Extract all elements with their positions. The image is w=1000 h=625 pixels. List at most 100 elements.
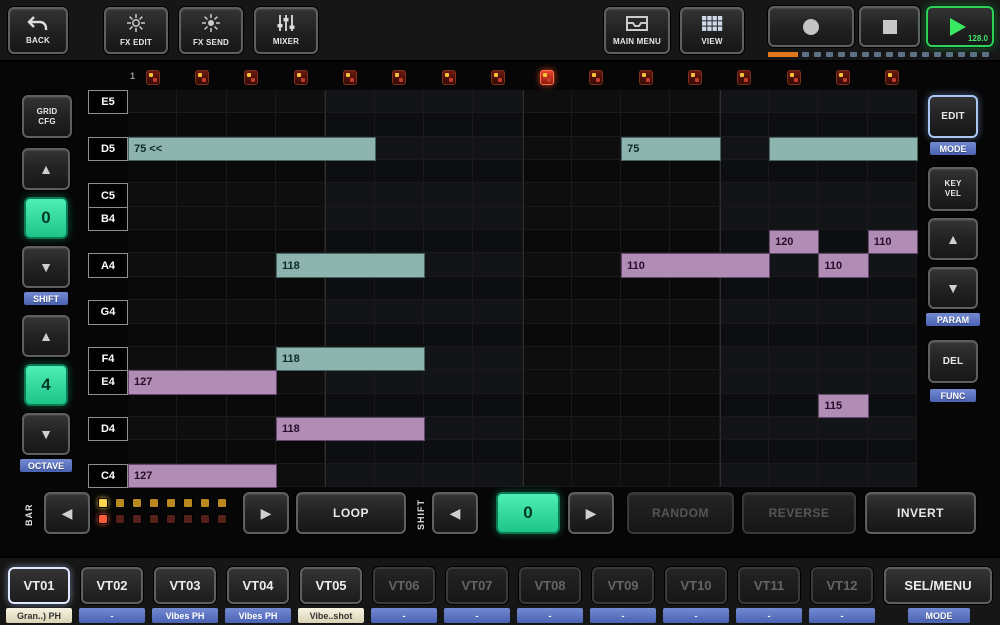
grid-cell-C5-step14[interactable] — [769, 183, 818, 206]
grid-cell-G4-step2[interactable] — [177, 300, 226, 323]
note-label-B4[interactable]: B4 — [88, 207, 128, 231]
grid-cell-C5-step7[interactable] — [424, 183, 473, 206]
grid-cell-C5-step6[interactable] — [375, 183, 424, 206]
grid-cell-E5-step15[interactable] — [818, 90, 867, 113]
grid-cell-B4-step13[interactable] — [720, 207, 769, 230]
grid-cell-C4-step9[interactable] — [523, 464, 572, 487]
grid-cell-E5-step1[interactable] — [128, 90, 177, 113]
grid-cell-E5-step5[interactable] — [325, 90, 374, 113]
step-sample-icon-15[interactable] — [836, 70, 850, 85]
grid-cell-C#5-step4[interactable] — [276, 160, 325, 183]
grid-cell-D#4-step6[interactable] — [375, 394, 424, 417]
grid-cell-D#4-step3[interactable] — [227, 394, 276, 417]
grid-cell-D#4-step7[interactable] — [424, 394, 473, 417]
grid-cell-D#4-step12[interactable] — [670, 394, 719, 417]
grid-cell-E4-step16[interactable] — [868, 370, 917, 393]
grid-cell-G4-step7[interactable] — [424, 300, 473, 323]
note-block-C4-step1[interactable]: 127 — [128, 464, 277, 488]
grid-cell-G4-step8[interactable] — [473, 300, 522, 323]
grid-cell-C#4-step9[interactable] — [523, 440, 572, 463]
grid-cell-C#4-step16[interactable] — [868, 440, 917, 463]
octave-down-button[interactable]: ▼ — [22, 413, 70, 455]
edit-mode-button[interactable]: EDIT — [928, 95, 978, 138]
del-button[interactable]: DEL — [928, 340, 978, 383]
grid-cell-D#4-step1[interactable] — [128, 394, 177, 417]
grid-cell-D5-step6[interactable] — [375, 137, 424, 160]
grid-cell-B4-step10[interactable] — [572, 207, 621, 230]
grid-cell-D#5-step10[interactable] — [572, 113, 621, 136]
grid-cell-C5-step13[interactable] — [720, 183, 769, 206]
grid-cell-G#4-step13[interactable] — [720, 277, 769, 300]
grid-cell-F#4-step14[interactable] — [769, 324, 818, 347]
grid-cell-G4-step9[interactable] — [523, 300, 572, 323]
grid-cell-C#4-step3[interactable] — [227, 440, 276, 463]
back-button[interactable]: BACK — [8, 7, 68, 54]
grid-cell-A4-step8[interactable] — [473, 253, 522, 276]
grid-cell-C4-step13[interactable] — [720, 464, 769, 487]
grid-cell-E4-step10[interactable] — [572, 370, 621, 393]
grid-cell-B4-step14[interactable] — [769, 207, 818, 230]
grid-cell-F4-step1[interactable] — [128, 347, 177, 370]
grid-cell-D4-step10[interactable] — [572, 417, 621, 440]
grid-cell-F4-step7[interactable] — [424, 347, 473, 370]
grid-cell-B4-step1[interactable] — [128, 207, 177, 230]
grid-cell-F4-step9[interactable] — [523, 347, 572, 370]
grid-cell-G#4-step8[interactable] — [473, 277, 522, 300]
grid-cell-B4-step7[interactable] — [424, 207, 473, 230]
track-button-VT03[interactable]: VT03 — [154, 567, 216, 604]
grid-cell-C4-step11[interactable] — [621, 464, 670, 487]
grid-cell-E5-step10[interactable] — [572, 90, 621, 113]
grid-cell-C#4-step2[interactable] — [177, 440, 226, 463]
pattern-shift-right-button[interactable]: ▶ — [568, 492, 614, 534]
grid-cell-A#4-step15[interactable] — [818, 230, 867, 253]
grid-cell-E4-step12[interactable] — [670, 370, 719, 393]
grid-cell-A4-step10[interactable] — [572, 253, 621, 276]
note-label-D5[interactable]: D5 — [88, 137, 128, 161]
grid-cell-C4-step8[interactable] — [473, 464, 522, 487]
fx-send-button[interactable]: FX SEND — [179, 7, 243, 54]
grid-cell-D#5-step11[interactable] — [621, 113, 670, 136]
grid-cell-E4-step13[interactable] — [720, 370, 769, 393]
grid-cell-C4-step12[interactable] — [670, 464, 719, 487]
grid-cell-D#5-step3[interactable] — [227, 113, 276, 136]
grid-cell-G#4-step5[interactable] — [325, 277, 374, 300]
grid-cell-F#4-step7[interactable] — [424, 324, 473, 347]
step-sample-icon-4[interactable] — [294, 70, 308, 85]
stop-button[interactable] — [859, 6, 920, 47]
grid-cell-C4-step14[interactable] — [769, 464, 818, 487]
grid-cell-E5-step16[interactable] — [868, 90, 917, 113]
track-button-VT06[interactable]: VT06 — [373, 567, 435, 604]
note-block-D5-step14[interactable] — [769, 137, 918, 161]
grid-cell-G4-step10[interactable] — [572, 300, 621, 323]
note-block-A#4-step14[interactable]: 120 — [769, 230, 819, 254]
grid-cell-C5-step4[interactable] — [276, 183, 325, 206]
grid-cell-D#5-step2[interactable] — [177, 113, 226, 136]
grid-cell-G#4-step1[interactable] — [128, 277, 177, 300]
grid-cell-G4-step1[interactable] — [128, 300, 177, 323]
grid-cell-A4-step9[interactable] — [523, 253, 572, 276]
grid-cell-E5-step14[interactable] — [769, 90, 818, 113]
grid-cell-D5-step7[interactable] — [424, 137, 473, 160]
grid-cell-A#4-step10[interactable] — [572, 230, 621, 253]
grid-cell-C#4-step7[interactable] — [424, 440, 473, 463]
grid-cell-D#5-step13[interactable] — [720, 113, 769, 136]
track-button-VT08[interactable]: VT08 — [519, 567, 581, 604]
grid-cell-C4-step10[interactable] — [572, 464, 621, 487]
grid-cell-E5-step12[interactable] — [670, 90, 719, 113]
grid-cell-A4-step3[interactable] — [227, 253, 276, 276]
grid-cell-C#5-step9[interactable] — [523, 160, 572, 183]
grid-cell-D4-step1[interactable] — [128, 417, 177, 440]
grid-cell-F4-step2[interactable] — [177, 347, 226, 370]
grid-cell-C#5-step6[interactable] — [375, 160, 424, 183]
note-label-E5[interactable]: E5 — [88, 90, 128, 114]
grid-cell-G#4-step4[interactable] — [276, 277, 325, 300]
note-block-A#4-step16[interactable]: 110 — [868, 230, 918, 254]
grid-cell-C#5-step3[interactable] — [227, 160, 276, 183]
grid-cell-C#4-step11[interactable] — [621, 440, 670, 463]
grid-cell-G#4-step12[interactable] — [670, 277, 719, 300]
grid-cell-F4-step15[interactable] — [818, 347, 867, 370]
grid-cell-C5-step10[interactable] — [572, 183, 621, 206]
grid-cell-D#5-step5[interactable] — [325, 113, 374, 136]
grid-cell-D4-step16[interactable] — [868, 417, 917, 440]
record-button[interactable] — [768, 6, 854, 47]
